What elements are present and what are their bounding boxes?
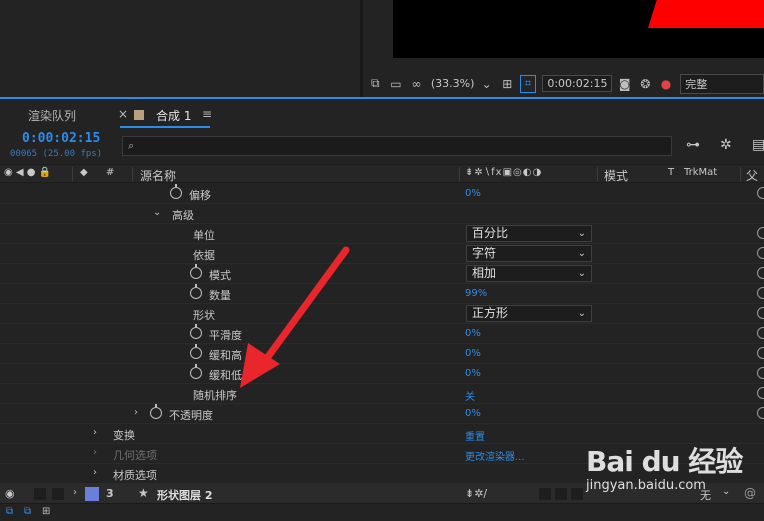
watermark-logo: Bai du 经验 bbox=[586, 445, 743, 478]
baidu-watermark: Bai du 经验 jingyan.baidu.com bbox=[586, 440, 743, 493]
watermark-url: jingyan.baidu.com bbox=[586, 478, 706, 493]
